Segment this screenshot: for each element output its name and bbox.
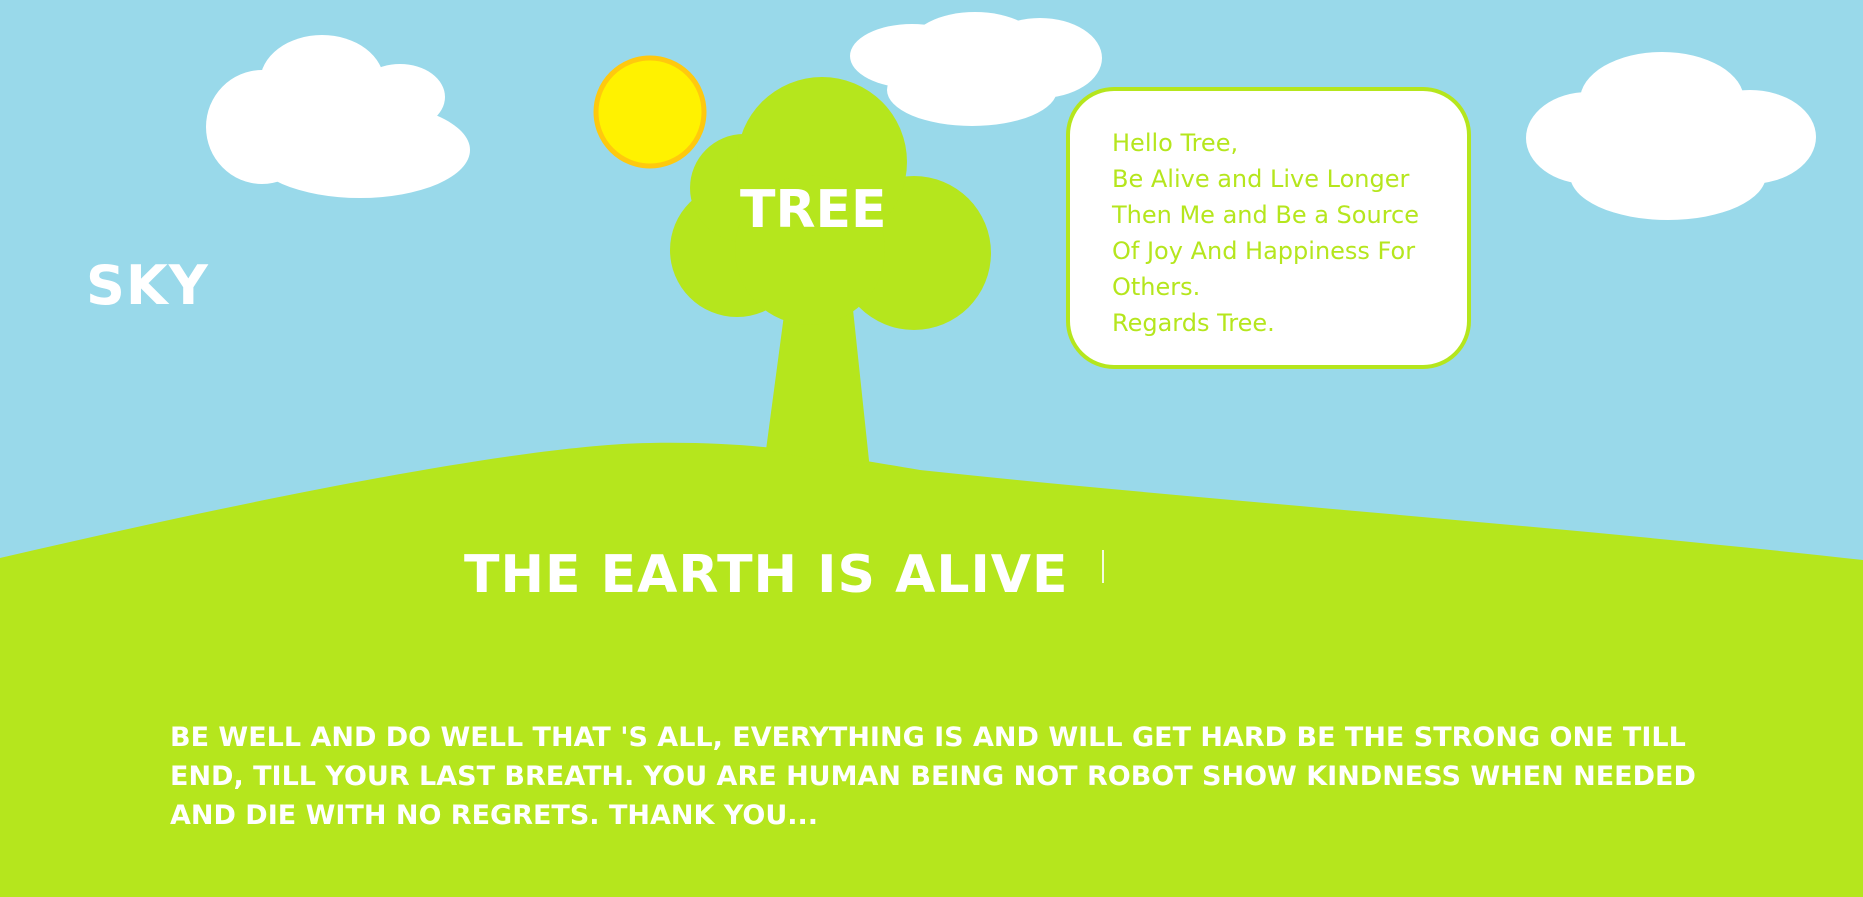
message-line: end, till your last breath. You are huma…	[170, 761, 1696, 792]
speech-line: Be Alive and Live Longer	[1112, 165, 1410, 193]
message-line: Be well and do well that 's all, everyth…	[170, 722, 1686, 753]
earth-title: THE EARTH IS ALIVE	[464, 545, 1069, 605]
sky-label: SKY	[86, 254, 209, 317]
message-line: and die with no regrets. Thank you...	[170, 800, 819, 831]
earth-message: Be well and do well that 's all, everyth…	[170, 718, 1696, 835]
speech-line: Others.	[1112, 273, 1201, 301]
speech-line: Regards Tree.	[1112, 309, 1275, 337]
speech-line: Hello Tree,	[1112, 129, 1239, 157]
speech-line: Of Joy And Happiness For	[1112, 237, 1416, 265]
text-cursor	[1102, 550, 1104, 583]
speech-line: Then Me and Be a Source	[1112, 201, 1419, 229]
speech-bubble: Hello Tree, Be Alive and Live Longer The…	[1066, 87, 1471, 369]
sun-icon	[593, 55, 707, 169]
tree-label: TREE	[740, 180, 887, 240]
